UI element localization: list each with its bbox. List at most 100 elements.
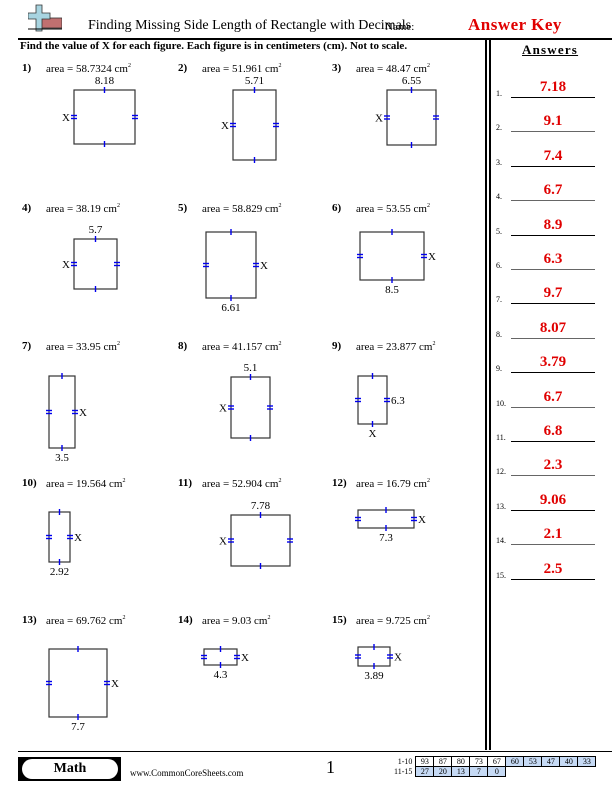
problem-15: 15) area = 9.725 cm2 3.89 X bbox=[332, 614, 482, 744]
problem-14: 14) area = 9.03 cm2 4.3 X bbox=[178, 614, 328, 744]
problem-2: 2) area = 51.961 cm2 5.71 X bbox=[178, 62, 328, 192]
answer-number: 13. bbox=[496, 501, 506, 511]
answer-row: 9. 3.79 bbox=[496, 353, 606, 374]
rectangle-outline bbox=[73, 238, 118, 290]
unknown-side-label: X bbox=[62, 259, 70, 271]
score-cell: 13 bbox=[451, 766, 471, 777]
rectangle-outline bbox=[73, 89, 136, 145]
rectangle-figure: 8.18 X bbox=[62, 75, 138, 147]
answer-blank-line bbox=[511, 406, 595, 408]
known-side-label: 6.55 bbox=[402, 75, 422, 87]
website-link[interactable]: www.CommonCoreSheets.com bbox=[130, 768, 243, 778]
unknown-side-label: X bbox=[111, 678, 119, 690]
answer-value: 6.7 bbox=[543, 182, 563, 199]
answer-number: 2. bbox=[496, 123, 502, 133]
answer-number: 10. bbox=[496, 398, 506, 408]
known-side-label: 7.3 bbox=[379, 532, 393, 544]
answer-blank-line bbox=[511, 509, 595, 511]
unknown-side-label: X bbox=[221, 120, 229, 132]
score-row-label: 1-10 bbox=[397, 757, 413, 766]
unknown-side-label: X bbox=[219, 536, 227, 548]
rectangle-figure: 4.3 X bbox=[201, 646, 249, 681]
rectangle-figure: 2.92 X bbox=[46, 509, 82, 578]
rectangle-figure: 5.71 X bbox=[221, 75, 279, 163]
answer-value: 9.06 bbox=[539, 491, 567, 508]
answer-row: 2. 9.1 bbox=[496, 112, 606, 133]
known-side-label: 3.5 bbox=[55, 452, 69, 464]
answer-blank-line bbox=[511, 234, 595, 236]
page-number: 1 bbox=[326, 757, 335, 777]
unknown-side-label: X bbox=[79, 407, 87, 419]
score-cell: 7 bbox=[469, 766, 489, 777]
problem-1: 1) area = 58.7324 cm2 8.18 X bbox=[22, 62, 172, 192]
answer-row: 5. 8.9 bbox=[496, 216, 606, 236]
answer-number: 9. bbox=[496, 364, 502, 374]
unknown-side-label: X bbox=[394, 652, 402, 664]
rectangle-figure: 7.7 X bbox=[46, 646, 119, 733]
answer-blank-line bbox=[511, 337, 595, 339]
rectangle-outline bbox=[48, 648, 108, 718]
answer-value: 7.18 bbox=[539, 79, 567, 95]
problem-10: 10) area = 19.564 cm2 2.92 X bbox=[22, 477, 172, 607]
problem-3: 3) area = 48.47 cm2 6.55 X bbox=[332, 62, 482, 192]
unknown-side-label: X bbox=[219, 403, 227, 415]
answer-blank-line bbox=[511, 475, 595, 477]
answer-blank-line bbox=[511, 578, 595, 580]
answer-number: 6. bbox=[496, 261, 502, 270]
footer-divider bbox=[18, 751, 612, 752]
known-side-label: 2.92 bbox=[50, 566, 69, 578]
known-side-label: 5.71 bbox=[245, 75, 264, 87]
answer-blank-line bbox=[511, 544, 595, 546]
rectangle-outline bbox=[205, 231, 257, 299]
answer-number: 1. bbox=[496, 89, 502, 98]
answer-number: 5. bbox=[496, 226, 502, 236]
answer-value: 6.8 bbox=[543, 423, 563, 439]
worksheet-title: Finding Missing Side Length of Rectangle… bbox=[88, 18, 412, 33]
score-table: 1-10 93 87 80 73 67 60 53 47 40 33 11-15 27 20 13 7 0 bbox=[392, 756, 597, 777]
problem-7: 7) area = 33.95 cm2 3.5 X bbox=[22, 340, 172, 470]
answer-value: 2.1 bbox=[543, 526, 563, 543]
rectangle-figure: 8.5 X bbox=[357, 229, 436, 296]
problem-11: 11) area = 52.904 cm2 7.78 X bbox=[178, 477, 328, 607]
unknown-side-label: X bbox=[74, 532, 82, 544]
answer-row: 14. 2.1 bbox=[496, 525, 606, 546]
answer-number: 4. bbox=[496, 192, 502, 202]
unknown-side-label: X bbox=[241, 652, 249, 664]
problem-13: 13) area = 69.762 cm2 7.7 X bbox=[22, 614, 172, 744]
answer-number: 8. bbox=[496, 329, 502, 339]
answer-row: 4. 6.7 bbox=[496, 181, 606, 202]
known-side-label: 6.3 bbox=[391, 395, 405, 407]
answer-row: 8. 8.07 bbox=[496, 319, 606, 339]
unknown-side-label: X bbox=[428, 251, 436, 263]
answer-value: 6.3 bbox=[543, 251, 563, 267]
answer-value: 6.7 bbox=[543, 388, 563, 405]
rectangle-figure: 5.1 X bbox=[219, 362, 273, 441]
score-cell: 67 bbox=[487, 756, 507, 767]
problem-6: 6) area = 53.55 cm2 8.5 X bbox=[332, 202, 482, 332]
answer-blank-line bbox=[511, 200, 595, 202]
rectangle-outline bbox=[386, 89, 437, 146]
rectangle-outline bbox=[230, 376, 271, 439]
answer-row: 1. 7.18 bbox=[496, 78, 606, 98]
answers-heading: Answers bbox=[522, 42, 579, 57]
answer-number: 3. bbox=[496, 157, 502, 167]
known-side-label: 7.7 bbox=[71, 721, 85, 733]
rectangle-outline bbox=[48, 375, 76, 449]
instructions: Find the value of X for each figure. Eac… bbox=[20, 40, 408, 52]
answer-row: 6. 6.3 bbox=[496, 250, 606, 270]
problem-4: 4) area = 38.19 cm2 5.7 X bbox=[22, 202, 172, 332]
rectangle-outline bbox=[230, 514, 291, 567]
answer-row: 11. 6.8 bbox=[496, 422, 606, 442]
answer-number: 12. bbox=[496, 467, 506, 477]
answer-number: 14. bbox=[496, 536, 506, 546]
score-cell: 20 bbox=[433, 766, 453, 777]
score-cell: 53 bbox=[523, 756, 543, 767]
score-cell: 73 bbox=[469, 756, 489, 767]
known-side-label: 6.61 bbox=[221, 302, 240, 314]
column-divider bbox=[489, 39, 491, 750]
score-cell: 80 bbox=[451, 756, 471, 767]
score-cell: 87 bbox=[433, 756, 453, 767]
rectangle-figure: 6.55 X bbox=[375, 75, 439, 148]
answer-value: 9.1 bbox=[543, 113, 563, 130]
unknown-side-label: X bbox=[375, 113, 383, 125]
